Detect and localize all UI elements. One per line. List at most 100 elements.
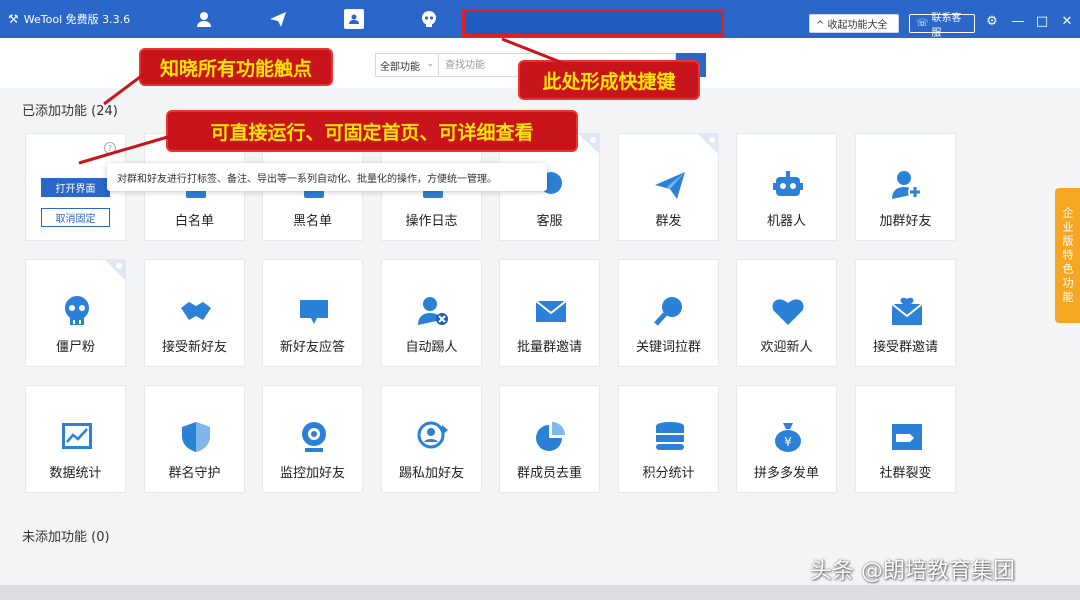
unadded-section-title: 未添加功能 (0): [22, 530, 110, 545]
database-icon: [653, 420, 687, 454]
callout-arrow: [78, 134, 172, 165]
shield-icon: [179, 420, 213, 454]
nav-tab-features[interactable]: [334, 0, 374, 38]
callout-actions: 可直接运行、可固定首页、可详细查看: [168, 112, 576, 150]
chevron-down-icon: ⌄: [426, 59, 434, 69]
feature-card-label: 自动踢人: [405, 340, 458, 355]
feature-card[interactable]: 新好友应答: [262, 259, 363, 367]
collapse-features-button[interactable]: ^ 收起功能大全: [809, 14, 899, 33]
feature-card-label: 踢私加好友: [398, 466, 464, 481]
feature-card[interactable]: 群发: [618, 133, 719, 241]
enterprise-features-tab[interactable]: 企业版特色功能: [1055, 188, 1080, 323]
feature-card[interactable]: 监控加好友: [262, 385, 363, 493]
pinned-badge: [579, 134, 599, 154]
feature-card[interactable]: 关键词拉群: [618, 259, 719, 367]
pinned-badge: [698, 134, 718, 154]
watermark: 头条 @朗培教育集团: [810, 559, 1015, 584]
feature-card-label: 欢迎新人: [760, 340, 813, 355]
feature-card[interactable]: 加群好友: [855, 133, 956, 241]
feature-card[interactable]: 批量群邀请: [499, 259, 600, 367]
split-icon: [890, 420, 924, 454]
headset-icon: ☏: [916, 18, 929, 29]
feature-card-label: 群成员去重: [516, 466, 582, 481]
robot-icon: [771, 168, 805, 202]
nav-tab-send[interactable]: [258, 0, 298, 38]
feature-card-label: 接受群邀请: [872, 340, 938, 355]
feature-card-label: 积分统计: [642, 466, 695, 481]
feature-card[interactable]: 接受群邀请: [855, 259, 956, 367]
feature-card-label: 群名守护: [168, 466, 221, 481]
add-friend-icon: [890, 168, 924, 202]
scope-select-value: 全部功能: [380, 61, 420, 73]
close-button[interactable]: ✕: [1058, 12, 1076, 30]
feature-card-label: 数据统计: [49, 466, 102, 481]
feature-card[interactable]: 欢迎新人: [736, 259, 837, 367]
pinned-badge: [105, 260, 125, 280]
nav-tab-contacts[interactable]: [184, 0, 224, 38]
maximize-button[interactable]: □: [1033, 12, 1051, 30]
pie-chart-icon: [534, 420, 568, 454]
feature-card-label: 僵尸粉: [55, 340, 95, 355]
feature-tooltip: 对群和好友进行打标签、备注、导出等一系列自动化、批量化的操作，方便统一管理。: [107, 163, 547, 191]
open-interface-button[interactable]: 打开界面: [41, 178, 110, 197]
minimize-button[interactable]: —: [1009, 12, 1027, 30]
callout-touchpoints-text: 知晓所有功能触点: [159, 57, 312, 80]
feature-card-label: 客服: [536, 214, 563, 229]
feature-card-label: 机器人: [766, 214, 806, 229]
feature-card[interactable]: 积分统计: [618, 385, 719, 493]
feature-card-label: 操作日志: [405, 214, 458, 229]
kick-user-icon: [416, 420, 450, 454]
scope-select[interactable]: 全部功能 ⌄: [375, 53, 439, 77]
unpin-button[interactable]: 取消固定: [41, 208, 110, 227]
remove-user-icon: [416, 294, 450, 328]
app-title: ⚒ WeTool 免费版 3.3.6: [8, 0, 130, 38]
callout-actions-text: 可直接运行、可固定首页、可详细查看: [210, 121, 534, 144]
feature-card[interactable]: ¥ 拼多多发单: [736, 385, 837, 493]
feature-card-label: 关键词拉群: [635, 340, 701, 355]
feature-card[interactable]: 机器人: [736, 133, 837, 241]
heart-envelope-icon: [890, 294, 924, 328]
feature-card[interactable]: 群名守护: [144, 385, 245, 493]
webcam-icon: [297, 420, 331, 454]
line-chart-icon: [60, 420, 94, 454]
feature-card[interactable]: 数据统计: [25, 385, 126, 493]
chat-bubble-icon: [297, 294, 331, 328]
feature-card[interactable]: 接受新好友: [144, 259, 245, 367]
send-icon: [653, 168, 687, 202]
feature-card-label: 接受新好友: [161, 340, 227, 355]
callout-arrow: [501, 37, 579, 71]
feature-card-label: 白名单: [174, 214, 214, 229]
feature-card-label: 黑名单: [292, 214, 332, 229]
enterprise-features-label: 企业版特色功能: [1061, 206, 1074, 305]
svg-text:¥: ¥: [784, 435, 792, 449]
feature-card-label: 社群裂变: [879, 466, 932, 481]
skull-icon: [422, 11, 436, 27]
feature-card-label: 监控加好友: [279, 466, 345, 481]
feature-card[interactable]: 社群裂变: [855, 385, 956, 493]
user-icon: [197, 12, 211, 27]
heart-icon: [771, 294, 805, 328]
contact-card-icon: [349, 14, 359, 24]
status-strip: [0, 585, 1080, 600]
callout-touchpoints: 知晓所有功能触点: [141, 50, 331, 84]
settings-icon[interactable]: ⚙: [983, 12, 1001, 30]
wrench-icon: ⚒: [8, 12, 19, 26]
feature-card-label: 批量群邀请: [516, 340, 582, 355]
handshake-icon: [179, 294, 213, 328]
feature-card[interactable]: 踢私加好友: [381, 385, 482, 493]
app-title-text: WeTool 免费版 3.3.6: [23, 13, 131, 26]
contact-service-label: 联系客服: [931, 12, 962, 39]
send-icon: [270, 12, 286, 27]
feature-card-label: 群发: [655, 214, 682, 229]
feature-card-label: 拼多多发单: [753, 466, 819, 481]
contact-service-button[interactable]: ☏ 联系客服: [909, 13, 975, 39]
feature-card[interactable]: 自动踢人: [381, 259, 482, 367]
feature-card-label: 加群好友: [879, 214, 932, 229]
feature-card[interactable]: 群成员去重: [499, 385, 600, 493]
envelope-icon: [534, 294, 568, 328]
shortcut-highlight-box: [462, 9, 724, 37]
skull-icon: [60, 294, 94, 328]
nav-tab-zombie[interactable]: [409, 0, 449, 38]
money-bag-icon: ¥: [771, 420, 805, 454]
feature-card[interactable]: 僵尸粉: [25, 259, 126, 367]
